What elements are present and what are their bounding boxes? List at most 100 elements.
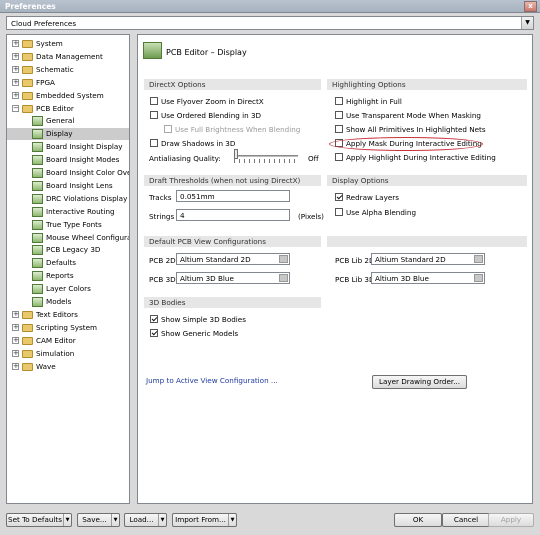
tree-item-label: Scripting System <box>36 322 98 332</box>
expand-icon[interactable]: + <box>12 349 19 357</box>
strings-input[interactable]: 4 <box>176 209 290 221</box>
ordered-blending-checkbox[interactable] <box>150 111 158 119</box>
expand-icon[interactable]: + <box>12 52 19 60</box>
tree-item[interactable]: Display <box>7 128 129 141</box>
caret-down-icon[interactable]: ▼ <box>228 514 236 526</box>
load-button[interactable]: Load... ▼ <box>124 513 167 527</box>
dropdown-arrow-icon[interactable] <box>474 255 483 263</box>
tree-item[interactable]: − PCB Editor <box>7 103 129 115</box>
dropdown-arrow-icon[interactable] <box>279 255 288 263</box>
tree-item[interactable]: + Embedded System <box>7 90 129 102</box>
highlight-full-checkbox[interactable] <box>335 97 343 105</box>
tracks-input[interactable]: 0.051mm <box>176 190 290 202</box>
tree-item-label: Board Insight Lens <box>46 180 113 190</box>
expand-icon[interactable]: + <box>12 310 19 318</box>
tree-item[interactable]: General <box>7 115 129 127</box>
draw-shadows-checkbox[interactable] <box>150 139 158 147</box>
alpha-blending-label: Use Alpha Blending <box>346 208 417 217</box>
tree-item-label: Display <box>46 129 73 139</box>
save-label: Save... <box>82 515 107 524</box>
tree-item-label: Models <box>46 297 72 306</box>
folder-icon <box>22 78 33 87</box>
apply-button[interactable]: Apply <box>488 513 534 527</box>
tree-item[interactable]: + Schematic <box>7 64 129 76</box>
redraw-layers-checkbox[interactable] <box>335 193 343 201</box>
tree-item[interactable]: + System <box>7 38 129 50</box>
tree-item[interactable]: + CAM Editor <box>7 335 129 347</box>
tree-item[interactable]: Board Insight Lens <box>7 180 129 192</box>
tree-item[interactable]: + Simulation <box>7 348 129 360</box>
chevron-down-icon[interactable]: ▼ <box>521 17 533 29</box>
apply-highlight-label: Apply Highlight During Interactive Editi… <box>346 153 496 162</box>
caret-down-icon[interactable]: ▼ <box>111 514 119 526</box>
flyover-checkbox[interactable] <box>150 97 158 105</box>
show-all-primitives-checkbox[interactable] <box>335 125 343 133</box>
expand-icon[interactable]: + <box>12 78 19 86</box>
transparent-mode-checkbox[interactable] <box>335 111 343 119</box>
strings-label: Strings <box>149 212 175 221</box>
generic-models-checkbox[interactable] <box>150 329 158 337</box>
tree-item[interactable]: True Type Fonts <box>7 219 129 231</box>
pcb3d-select[interactable]: Altium 3D Blue <box>176 272 290 284</box>
apply-highlight-checkbox[interactable] <box>335 153 343 161</box>
antialiasing-slider[interactable] <box>234 155 298 157</box>
save-button[interactable]: Save... ▼ <box>77 513 120 527</box>
directx-options-header: DirectX Options <box>144 79 321 90</box>
tree-item[interactable]: Reports <box>7 270 129 282</box>
tree-item[interactable]: + Scripting System <box>7 322 129 334</box>
layer-drawing-order-button[interactable]: Layer Drawing Order... <box>372 375 467 389</box>
tree-item[interactable]: Interactive Routing <box>7 206 129 218</box>
tree-item[interactable]: Board Insight Display <box>7 141 129 153</box>
tracks-label: Tracks <box>149 193 172 202</box>
expand-icon[interactable]: + <box>12 91 19 99</box>
caret-down-icon[interactable]: ▼ <box>63 514 71 526</box>
tree-item-label: Interactive Routing <box>46 206 115 216</box>
expand-icon[interactable]: + <box>12 362 19 370</box>
antialiasing-slider-thumb[interactable] <box>234 149 238 159</box>
jump-to-view-link[interactable]: Jump to Active View Configuration ... <box>146 376 278 385</box>
settings-page-icon <box>32 271 43 282</box>
ok-button[interactable]: OK <box>394 513 442 527</box>
preferences-search-combo[interactable]: Cloud Preferences ▼ <box>6 16 534 30</box>
tree-item-label: PCB Legacy 3D <box>46 245 101 255</box>
tree-item[interactable]: + Wave <box>7 361 129 373</box>
caret-down-icon[interactable]: ▼ <box>158 514 166 526</box>
tree-item[interactable]: Board Insight Color Overrid <box>7 167 129 179</box>
tree-item[interactable]: Mouse Wheel Configuration <box>7 232 129 244</box>
cancel-button[interactable]: Cancel <box>442 513 490 527</box>
pcb2d-select[interactable]: Altium Standard 2D <box>176 253 290 265</box>
tree-item[interactable]: Defaults <box>7 257 129 269</box>
collapse-icon[interactable]: − <box>12 104 19 112</box>
tree-item[interactable]: + FPGA <box>7 77 129 89</box>
dropdown-arrow-icon[interactable] <box>474 274 483 282</box>
tree-item[interactable]: Board Insight Modes <box>7 154 129 166</box>
tree-item[interactable]: PCB Legacy 3D <box>7 244 129 256</box>
dropdown-arrow-icon[interactable] <box>279 274 288 282</box>
settings-page-icon <box>32 129 43 140</box>
expand-icon[interactable]: + <box>12 65 19 73</box>
full-brightness-checkbox[interactable] <box>164 125 172 133</box>
set-to-defaults-button[interactable]: Set To Defaults ▼ <box>6 513 72 527</box>
tree-item-label: True Type Fonts <box>46 219 102 229</box>
antialiasing-label: Antialiasing Quality: <box>149 154 221 163</box>
lib2d-select[interactable]: Altium Standard 2D <box>371 253 485 265</box>
simple-3d-bodies-checkbox[interactable] <box>150 315 158 323</box>
lib3d-select[interactable]: Altium 3D Blue <box>371 272 485 284</box>
expand-icon[interactable]: + <box>12 336 19 344</box>
preferences-tree[interactable]: + System + Data Management + Schematic + FPGA + E… <box>6 34 130 504</box>
folder-icon <box>22 310 33 319</box>
tree-item[interactable]: Layer Colors <box>7 283 129 295</box>
tree-item[interactable]: + Data Management <box>7 51 129 63</box>
combo-value: Cloud Preferences <box>11 19 77 28</box>
tree-item-label: Board Insight Modes <box>46 155 120 165</box>
tree-item[interactable]: Models <box>7 296 129 308</box>
import-from-button[interactable]: Import From... ▼ <box>172 513 237 527</box>
close-button[interactable]: x <box>524 1 537 12</box>
alpha-blending-checkbox[interactable] <box>335 208 343 216</box>
tree-item[interactable]: + Text Editors <box>7 309 129 321</box>
settings-page-icon <box>32 232 43 243</box>
settings-page-icon <box>32 142 43 153</box>
expand-icon[interactable]: + <box>12 40 19 47</box>
tree-item[interactable]: DRC Violations Display <box>7 193 129 205</box>
expand-icon[interactable]: + <box>12 323 19 331</box>
